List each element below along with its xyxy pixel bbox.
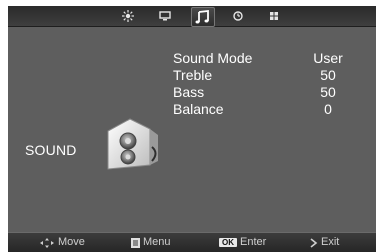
speaker-icon (104, 117, 162, 171)
time-icon[interactable] (230, 8, 246, 24)
channel-icon[interactable] (157, 8, 173, 24)
exit-label: Exit (321, 236, 340, 248)
help-bar: Move Menu OK Enter Exit (8, 232, 376, 252)
menu-item-balance[interactable]: Balance 0 (173, 101, 353, 118)
setup-icon[interactable] (266, 8, 282, 24)
section-title: SOUND (25, 142, 77, 158)
tv-osd-screen: SOUND Sound Mode User Treble 50 Bass 50 … (8, 6, 376, 252)
sound-icon[interactable] (191, 7, 215, 27)
move-hint: Move (39, 235, 85, 250)
category-bar (8, 6, 376, 27)
menu-icon (131, 237, 140, 248)
menu-label: Menu (143, 236, 171, 248)
menu-item-value: User (313, 50, 343, 66)
menu-item-value: 50 (320, 84, 336, 100)
menu-item-label: Treble (173, 67, 213, 83)
menu-hint: Menu (131, 235, 171, 250)
enter-label: Enter (240, 236, 267, 248)
menu-item-label: Sound Mode (173, 50, 253, 66)
exit-icon (310, 237, 318, 248)
move-label: Move (58, 236, 85, 248)
menu-item-treble[interactable]: Treble 50 (173, 67, 353, 84)
menu-item-label: Bass (173, 84, 205, 100)
picture-icon[interactable] (120, 8, 136, 24)
menu-item-label: Balance (173, 101, 224, 117)
menu-item-value: 0 (324, 101, 332, 117)
ok-button-icon: OK (219, 238, 237, 247)
sound-menu-panel: SOUND Sound Mode User Treble 50 Bass 50 … (8, 27, 376, 232)
move-arrows-icon (39, 237, 55, 248)
menu-item-sound-mode[interactable]: Sound Mode User (173, 50, 353, 67)
menu-item-bass[interactable]: Bass 50 (173, 84, 353, 101)
menu-item-value: 50 (320, 67, 336, 83)
exit-hint: Exit (310, 235, 339, 250)
enter-hint: OK Enter (219, 235, 266, 250)
